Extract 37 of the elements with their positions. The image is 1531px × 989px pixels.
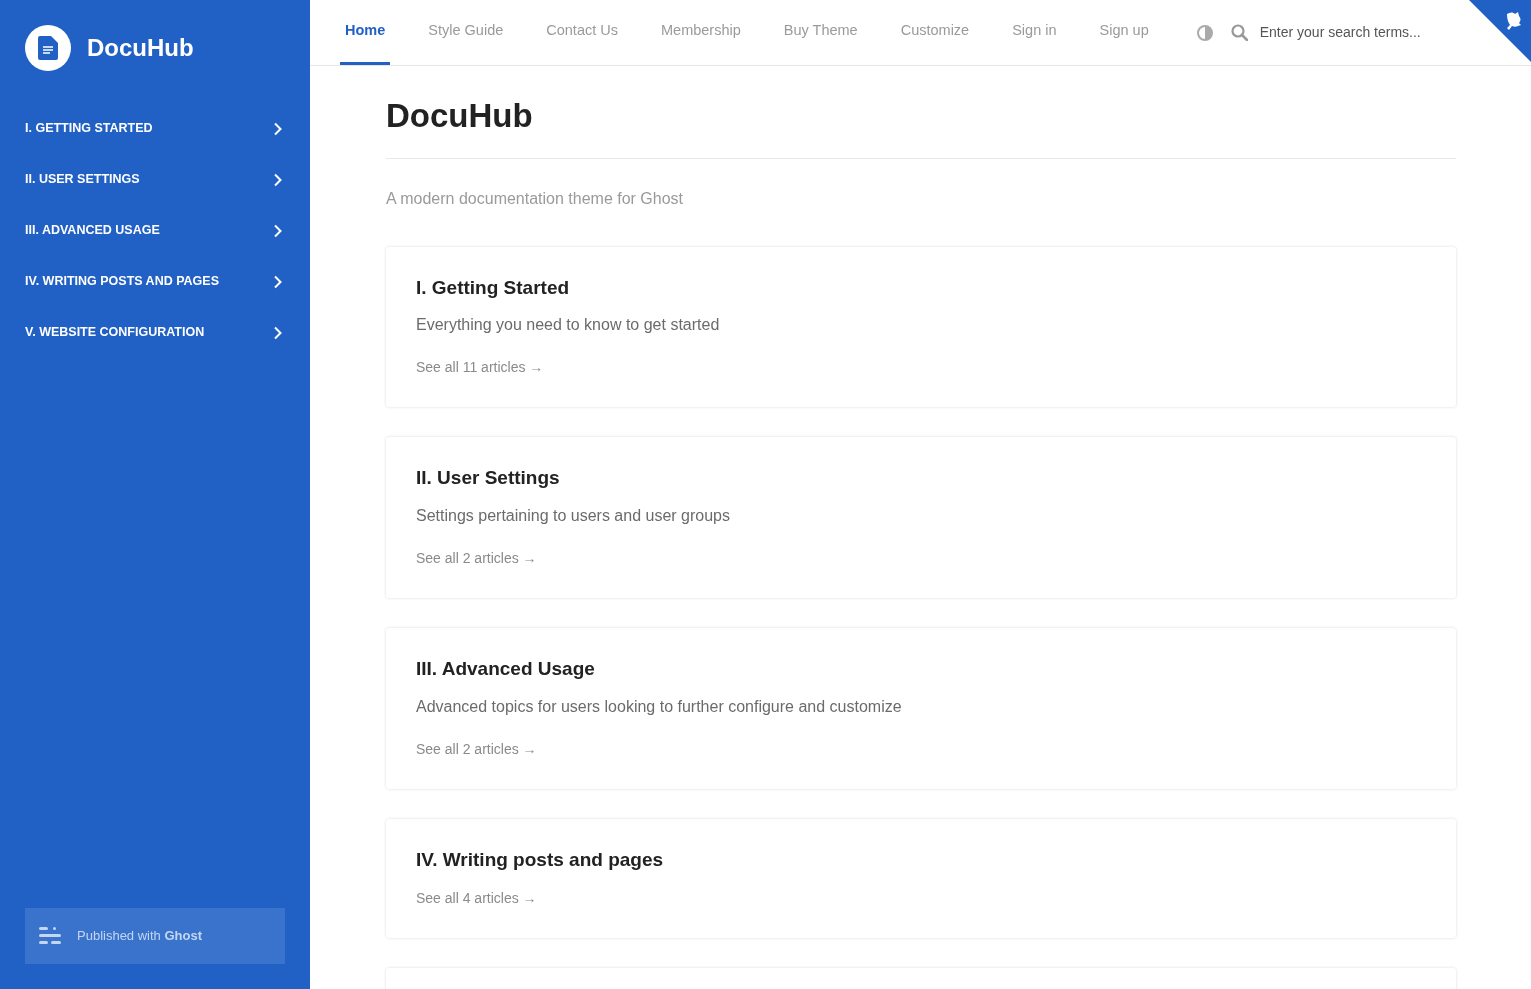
nav-tab[interactable]: Sign up xyxy=(1094,0,1154,65)
see-all-link[interactable]: See all 11 articles → xyxy=(416,359,544,376)
card-title: III. Advanced Usage xyxy=(416,658,596,681)
sidebar-item[interactable]: IV. WRITING POSTS AND PAGES xyxy=(25,256,285,307)
nav-tab[interactable]: Sign in xyxy=(1007,0,1062,65)
published-with-text: Published with Ghost xyxy=(77,927,202,946)
nav-tab[interactable]: Buy Theme xyxy=(778,0,863,65)
see-all-link[interactable]: See all 2 articles → xyxy=(416,550,537,567)
page-title: DocuHub xyxy=(386,96,1456,159)
card-description: Everything you need to know to get started xyxy=(416,315,721,336)
card-title: IV. Writing posts and pages xyxy=(416,849,665,872)
nav-tab[interactable]: Home xyxy=(340,0,391,65)
sidebar-item[interactable]: V. WEBSITE CONFIGURATION xyxy=(25,307,285,358)
brand-name: DocuHub xyxy=(87,33,194,63)
category-card[interactable]: II. User Settings Settings pertaining to users and user groups See all 2 articles → xyxy=(386,437,1456,599)
theme-toggle-icon[interactable] xyxy=(1196,24,1213,41)
sidebar-item[interactable]: I. GETTING STARTED xyxy=(25,103,285,154)
ghost-logo-icon xyxy=(39,925,61,947)
nav-tab[interactable]: Style Guide xyxy=(423,0,509,65)
nav-tab[interactable]: Customize xyxy=(895,0,975,65)
card-title: I. Getting Started xyxy=(416,276,571,300)
category-card[interactable]: III. Advanced Usage Advanced topics for users looking to further configure and customize See all 2 articles → xyxy=(386,628,1456,789)
card-title: II. User Settings xyxy=(416,467,561,491)
see-all-link[interactable]: See all 2 articles → xyxy=(416,741,537,757)
card-description: Settings pertaining to users and user groups xyxy=(416,506,731,527)
card-description: Advanced topics for users looking to further configure and customize xyxy=(416,697,903,717)
sidebar-item[interactable]: II. USER SETTINGS xyxy=(25,154,285,205)
sidebar-item[interactable]: III. ADVANCED USAGE xyxy=(25,205,285,256)
page-subtitle: A modern documentation theme for Ghost xyxy=(386,188,685,209)
logo-icon xyxy=(25,25,71,71)
nav-tab[interactable]: Membership xyxy=(656,0,746,65)
category-card[interactable]: I. Getting Started Everything you need to know to get started See all 11 articles → xyxy=(386,246,1456,408)
search-icon xyxy=(1230,24,1248,41)
published-with-badge[interactable]: Published with Ghost xyxy=(25,908,285,964)
see-all-link[interactable]: See all 4 articles → xyxy=(416,889,537,906)
nav-tab[interactable]: Contact Us xyxy=(541,0,623,65)
category-card[interactable]: IV. Writing posts and pages See all 4 articles → xyxy=(386,819,1456,938)
